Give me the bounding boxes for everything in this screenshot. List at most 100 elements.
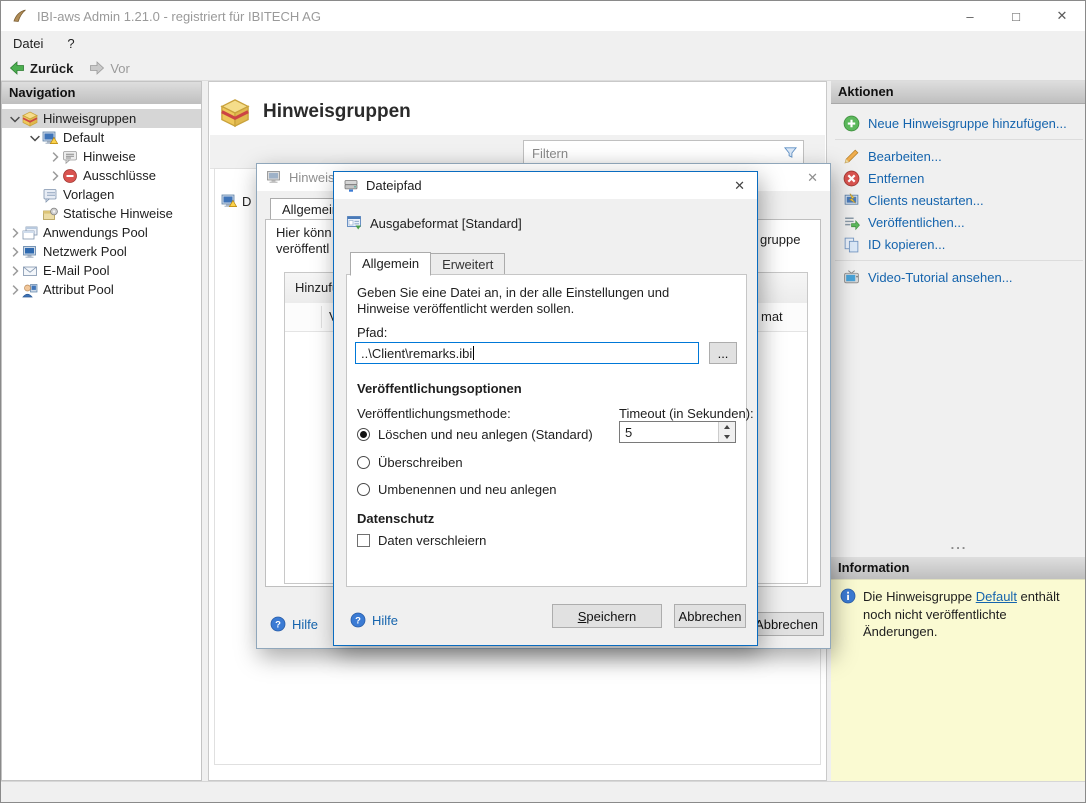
info-default-link[interactable]: Default [976,589,1017,604]
edit-help-link[interactable]: ? Hilfe [270,616,318,632]
obfuscate-checkbox-row[interactable]: Daten verschleiern [357,533,486,548]
tree-item-hinweisgruppen[interactable]: Hinweisgruppen [2,109,201,128]
close-button[interactable]: ✕ [1039,1,1085,31]
chevron-right-icon[interactable] [48,152,62,162]
tree-item-hinweise[interactable]: Hinweise [2,147,201,166]
text-caret [473,346,474,360]
path-input[interactable]: ..\Client\remarks.ibi [355,342,699,364]
method-label: Veröffentlichungsmethode: [357,406,511,421]
file-description: Geben Sie eine Datei an, in der alle Ein… [357,285,723,318]
chevron-right-icon[interactable] [48,171,62,181]
action-clients-neustarten[interactable]: Clients neustarten... [843,189,1086,211]
radio-overwrite[interactable]: Überschreiben [357,455,463,470]
navigation-panel: Navigation Hinweisgruppen Default Hinwei… [1,81,202,781]
chevron-right-icon[interactable] [8,285,22,295]
stepper-up-icon[interactable] [719,422,735,432]
tree-item-label: Hinweisgruppen [43,111,136,126]
minimize-button[interactable]: – [947,1,993,31]
radio-button[interactable] [357,428,370,441]
output-format-icon [346,214,362,230]
chevron-icon[interactable] [28,190,42,200]
timeout-stepper[interactable]: 5 [619,421,736,443]
action-id-kopieren[interactable]: ID kopieren... [843,233,1086,255]
back-button[interactable]: Zurück [1,56,81,80]
chevron-right-icon[interactable] [8,266,22,276]
cancel-button[interactable]: Abbrechen [674,604,746,628]
edit-description-fragment: veröffentl [276,241,329,256]
chevron-down-icon[interactable] [28,133,42,143]
file-dialog-title: Dateipfad [366,178,422,193]
chevron-down-icon[interactable] [8,114,22,124]
stepper-down-icon[interactable] [719,432,735,442]
disk-icon [343,177,359,193]
filter-funnel-icon [783,145,798,160]
tree-item-vorlagen[interactable]: Vorlagen [2,185,201,204]
action-bearbeiten[interactable]: Bearbeiten... [843,145,1086,167]
tree-item-anwendungs-pool[interactable]: Anwendungs Pool [2,223,201,242]
actions-header: Aktionen [831,81,1086,104]
back-arrow-icon [9,60,25,76]
separator [835,260,1083,261]
panel-splitter-handle[interactable]: ... [831,541,1086,553]
tree-item-attribut-pool[interactable]: Attribut Pool [2,280,201,299]
file-dialog-close-icon[interactable]: ✕ [734,178,745,194]
information-text: Die Hinweisgruppe Default enthält noch n… [863,588,1077,641]
checkbox-label: Daten verschleiern [378,533,486,548]
path-label: Pfad: [357,325,387,340]
action-label: Veröffentlichen... [868,215,965,230]
svg-text:?: ? [275,620,281,631]
action-video-tutorial-ansehen[interactable]: Video-Tutorial ansehen... [843,266,1086,288]
menu-bar: Datei ? [1,31,1085,56]
file-tab-page: Geben Sie eine Datei an, in der alle Ein… [346,274,747,587]
svg-text:?: ? [355,616,361,627]
list-item[interactable]: D [221,193,251,209]
action-label: ID kopieren... [868,237,945,252]
chevron-right-icon[interactable] [8,247,22,257]
maximize-button[interactable]: □ [993,1,1039,31]
edit-cancel-button[interactable]: Abbrechen [749,612,824,636]
radio-delete-recreate[interactable]: Löschen und neu anlegen (Standard) [357,427,593,442]
radio-button[interactable] [357,456,370,469]
action-entfernen[interactable]: Entfernen [843,167,1086,189]
action-neue-hinweisgruppe-hinzuf-gen[interactable]: Neue Hinweisgruppe hinzufügen... [843,112,1086,134]
browse-button[interactable]: ... [709,342,737,364]
radio-rename-recreate[interactable]: Umbenennen und neu anlegen [357,482,557,497]
chevron-right-icon[interactable] [8,228,22,238]
window-titlebar: IBI-aws Admin 1.21.0 - registriert für I… [1,1,1085,31]
save-button[interactable]: Speichern [552,604,662,628]
output-format-label: Ausgabeformat [Standard] [370,216,522,231]
speech-bubble-icon [62,149,78,165]
edit-dialog-close-icon[interactable]: ✕ [807,170,818,186]
tab-allgemein[interactable]: Allgemein [350,252,431,276]
file-dialog-tabs: Allgemein Erweitert [350,252,504,276]
column-header: mat [761,309,783,324]
app-windows-icon [22,225,38,241]
add-circle-icon [843,115,860,132]
tree-item-e-mail-pool[interactable]: E-Mail Pool [2,261,201,280]
menu-help[interactable]: ? [55,36,86,51]
action-ver-ffentlichen[interactable]: Veröffentlichen... [843,211,1086,233]
tree-item-label: Attribut Pool [43,282,114,297]
forward-arrow-icon [89,60,105,76]
tree-item-netzwerk-pool[interactable]: Netzwerk Pool [2,242,201,261]
radio-button[interactable] [357,483,370,496]
tv-icon [843,269,860,286]
menu-datei[interactable]: Datei [1,36,55,51]
tree-item-default[interactable]: Default [2,128,201,147]
filter-field[interactable] [523,140,804,164]
filter-input[interactable] [530,142,774,164]
navigation-tree: Hinweisgruppen Default Hinweise Ausschlü… [2,104,201,780]
save-accelerator: S [578,609,587,624]
tree-item-label: Default [63,130,104,145]
tab-erweitert[interactable]: Erweitert [430,253,505,276]
tree-item-statische-hinweise[interactable]: Statische Hinweise [2,204,201,223]
forward-button[interactable]: Vor [81,56,138,80]
navigation-header: Navigation [2,82,201,105]
network-monitor-icon [22,244,38,260]
monitor-warning-icon [42,130,58,146]
page-title: Hinweisgruppen [263,101,411,123]
file-help-link[interactable]: ? Hilfe [350,612,398,628]
tree-item-ausschl-sse[interactable]: Ausschlüsse [2,166,201,185]
checkbox[interactable] [357,534,370,547]
chevron-icon[interactable] [28,209,42,219]
